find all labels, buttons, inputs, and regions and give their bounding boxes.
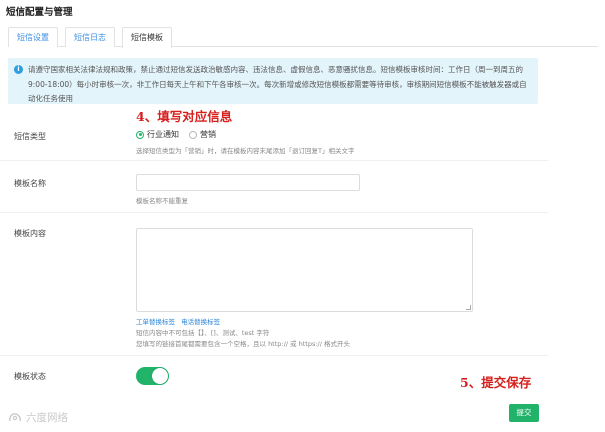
template-status-label: 模板状态 bbox=[14, 372, 46, 381]
template-status-toggle[interactable] bbox=[136, 367, 169, 385]
radio-option-notification[interactable]: 行业通知 bbox=[136, 129, 179, 140]
radio-notification-label: 行业通知 bbox=[147, 130, 179, 139]
tab-bar: 短信设置 短信日志 短信模板 bbox=[8, 27, 598, 48]
tab-sms-templates[interactable]: 短信模板 bbox=[122, 27, 172, 48]
template-content-hint-1: 短信内容中不可包括【】、[]、测试、test 字符 bbox=[136, 329, 270, 337]
watermark-logo-icon bbox=[9, 413, 21, 422]
row-divider bbox=[0, 355, 548, 356]
radio-option-marketing[interactable]: 营销 bbox=[189, 129, 216, 140]
row-divider bbox=[0, 212, 548, 213]
radio-marketing-label: 营销 bbox=[200, 130, 216, 139]
template-name-input[interactable] bbox=[136, 174, 360, 191]
info-icon: i bbox=[14, 65, 23, 74]
tag-links: 工单替换标签 电话替换标签 bbox=[136, 316, 224, 326]
tab-sms-settings[interactable]: 短信设置 bbox=[8, 27, 58, 47]
row-divider bbox=[0, 160, 548, 161]
template-name-hint: 模板名称不能重复 bbox=[136, 197, 188, 205]
template-content-hint-2: 您填写的链接首尾都需要包含一个空格，且以 http:// 或 https:// … bbox=[136, 340, 350, 348]
resize-handle-icon[interactable] bbox=[466, 305, 471, 310]
radio-marketing[interactable] bbox=[189, 130, 197, 139]
page-title: 短信配置与管理 bbox=[6, 7, 73, 18]
template-content-label: 模板内容 bbox=[14, 229, 46, 238]
sms-type-radio-group: 行业通知 营销 bbox=[136, 129, 226, 140]
annotation-step4: 4、填写对应信息 bbox=[136, 109, 233, 124]
template-name-label: 模板名称 bbox=[14, 179, 46, 188]
radio-notification[interactable] bbox=[136, 130, 144, 139]
watermark: 六度网络 bbox=[8, 410, 68, 425]
watermark-text: 六度网络 bbox=[26, 412, 68, 424]
tab-sms-logs[interactable]: 短信日志 bbox=[65, 27, 115, 47]
submit-button[interactable]: 提交 bbox=[509, 404, 539, 422]
template-content-textarea[interactable] bbox=[136, 228, 473, 312]
phone-tag-link[interactable]: 电话替换标签 bbox=[181, 318, 220, 326]
ticket-tag-link[interactable]: 工单替换标签 bbox=[136, 318, 175, 326]
sms-type-hint: 选择短信类型为「营销」时，请在模板内容末尾添加「退订回复T」相关文字 bbox=[136, 147, 355, 155]
sms-type-label: 短信类型 bbox=[14, 132, 46, 141]
annotation-step5: 5、提交保存 bbox=[460, 375, 532, 390]
notice-banner: i 请遵守国家相关法律法规和政策，禁止通过短信发送政治敏感内容、违法信息、虚假信… bbox=[8, 58, 538, 104]
notice-text: 请遵守国家相关法律法规和政策，禁止通过短信发送政治敏感内容、违法信息、虚假信息、… bbox=[28, 65, 527, 103]
toggle-knob bbox=[152, 368, 168, 384]
